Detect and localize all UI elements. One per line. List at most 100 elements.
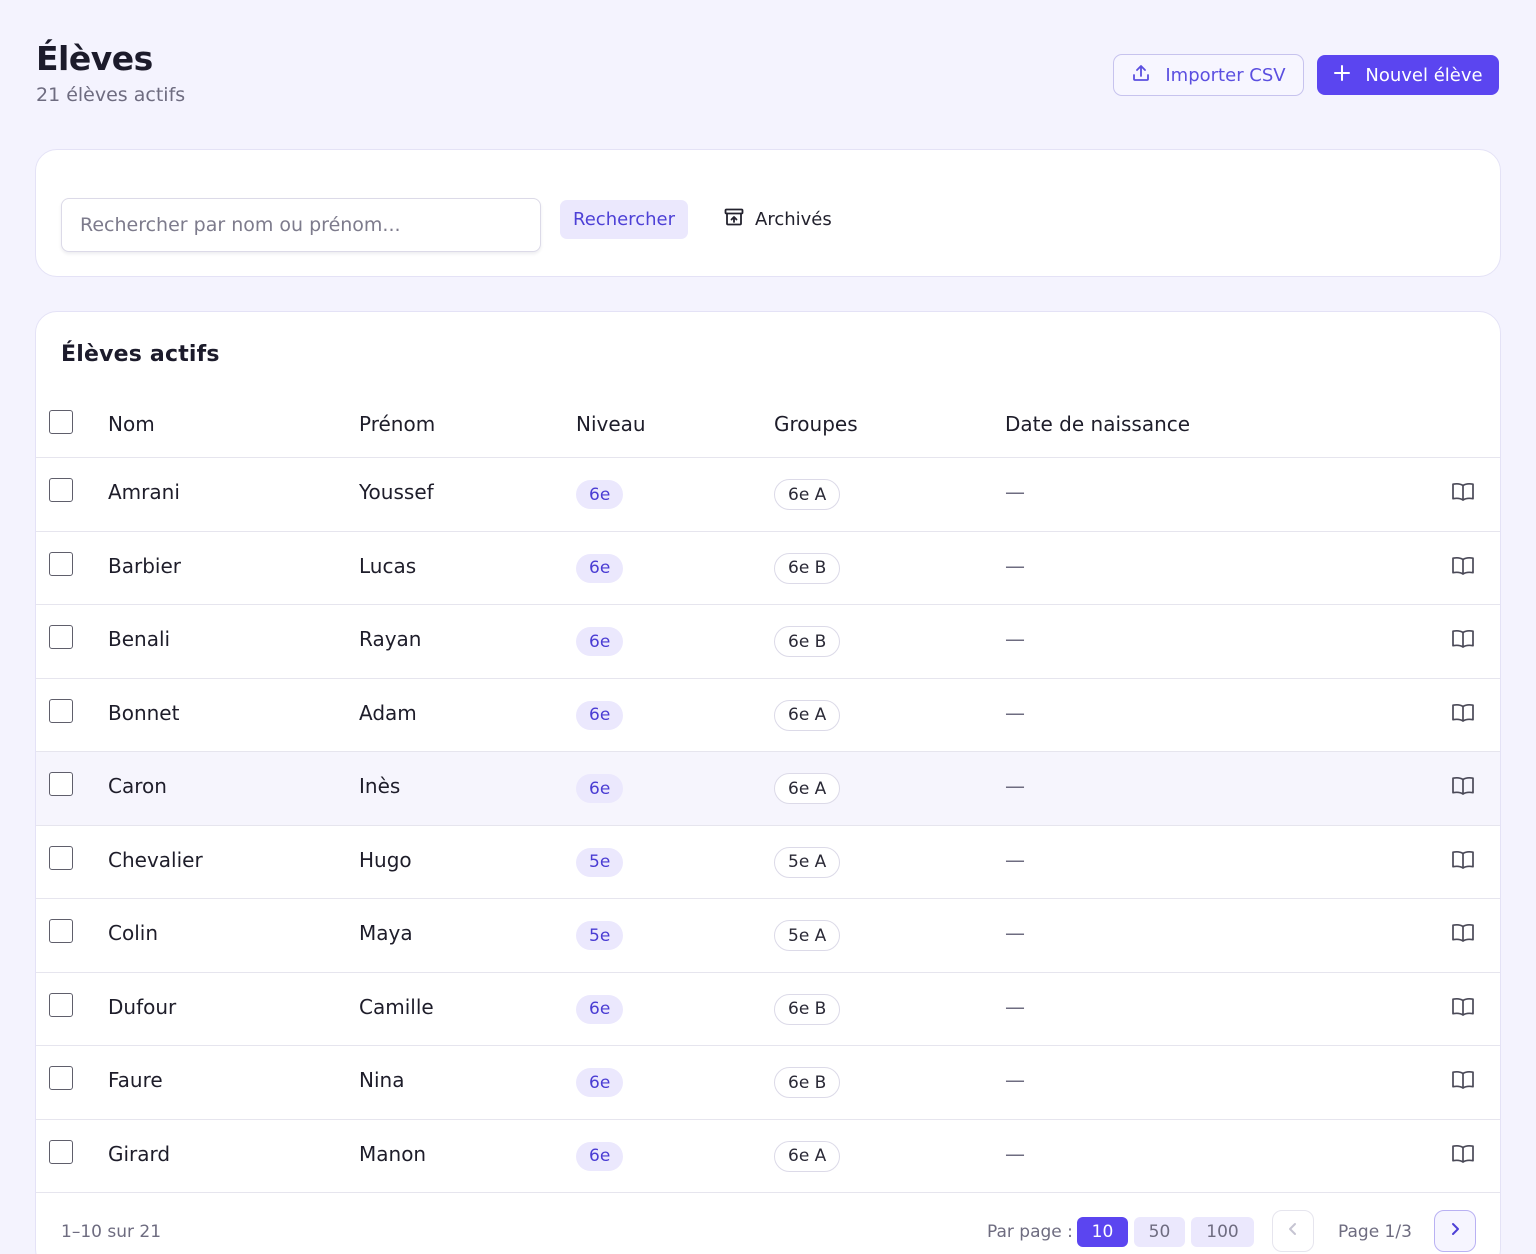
next-page-button[interactable] — [1434, 1210, 1476, 1252]
page-indicator: Page 1/3 — [1338, 1222, 1412, 1242]
search-button[interactable]: Rechercher — [560, 200, 688, 239]
previous-page-button[interactable] — [1272, 1210, 1314, 1252]
search-input[interactable] — [61, 198, 541, 252]
group-badge: 5e A — [774, 920, 841, 951]
new-student-button[interactable]: Nouvel élève — [1317, 55, 1499, 95]
row-checkbox[interactable] — [49, 772, 73, 796]
column-header-niveau[interactable]: Niveau — [576, 412, 646, 436]
select-all-checkbox[interactable] — [49, 410, 73, 434]
group-badge: 6e B — [774, 993, 841, 1025]
group-badge: 6e A — [774, 699, 841, 731]
row-checkbox[interactable] — [49, 845, 73, 870]
level-badge: 6e — [576, 700, 624, 730]
pagination-footer: 1–10 sur 21 Par page : 10 50 100 Page 1/… — [36, 1192, 1500, 1254]
group-badge: 6e A — [774, 773, 841, 804]
column-header-date-naissance[interactable]: Date de naissance — [1005, 412, 1190, 436]
book-open-icon[interactable] — [1450, 775, 1476, 801]
table-row[interactable]: Colin Maya 5e 5e A — — [36, 899, 1500, 973]
cell-nom: Bonnet — [108, 700, 180, 725]
column-header-nom[interactable]: Nom — [108, 412, 155, 436]
cell-nom: Barbier — [108, 553, 181, 578]
cell-prenom: Hugo — [359, 847, 412, 872]
cell-prenom: Lucas — [359, 553, 417, 578]
cell-nom: Colin — [108, 921, 158, 945]
group-badge: 6e B — [774, 1067, 841, 1098]
book-open-icon[interactable] — [1450, 481, 1476, 507]
page-title: Élèves — [36, 39, 153, 78]
row-checkbox[interactable] — [49, 698, 73, 723]
row-checkbox[interactable] — [49, 919, 73, 943]
archived-button[interactable]: Archivés — [723, 200, 832, 239]
group-badge: 6e A — [774, 1140, 841, 1172]
per-page-10-button[interactable]: 10 — [1077, 1217, 1128, 1247]
per-page-50-button[interactable]: 50 — [1134, 1217, 1185, 1247]
book-open-icon[interactable] — [1450, 922, 1476, 948]
table-row[interactable]: Benali Rayan 6e 6e B — — [36, 605, 1500, 679]
table-row[interactable]: Girard Manon 6e 6e A — — [36, 1120, 1500, 1193]
cell-date-naissance: — — [1005, 553, 1025, 578]
cell-date-naissance: — — [1005, 627, 1025, 651]
table-row[interactable]: Dufour Camille 6e 6e B — — [36, 973, 1500, 1046]
row-checkbox[interactable] — [49, 478, 73, 502]
column-header-prenom[interactable]: Prénom — [359, 412, 435, 436]
row-checkbox[interactable] — [49, 1139, 73, 1164]
cell-date-naissance: — — [1005, 994, 1025, 1019]
row-checkbox[interactable] — [49, 625, 73, 649]
book-open-icon[interactable] — [1450, 1143, 1476, 1169]
book-open-icon[interactable] — [1450, 702, 1476, 728]
level-badge: 6e — [576, 553, 624, 583]
students-table-card: Élèves actifs Nom Prénom Niveau Groupes … — [35, 311, 1501, 1254]
book-open-icon[interactable] — [1450, 555, 1476, 581]
book-open-icon[interactable] — [1450, 996, 1476, 1022]
per-page-label: Par page : — [987, 1222, 1073, 1242]
chevron-left-icon — [1285, 1221, 1301, 1241]
search-card: Rechercher Archivés — [35, 149, 1501, 277]
page-header: Élèves 21 élèves actifs — [36, 38, 185, 106]
book-open-icon[interactable] — [1450, 1069, 1476, 1095]
plus-icon — [1333, 64, 1351, 87]
cell-nom: Caron — [108, 774, 167, 798]
cell-prenom: Inès — [359, 774, 401, 798]
cell-date-naissance: — — [1005, 847, 1025, 872]
upload-icon — [1131, 63, 1151, 88]
group-badge: 5e A — [774, 846, 841, 878]
cell-prenom: Manon — [359, 1141, 427, 1166]
cell-nom: Faure — [108, 1068, 163, 1092]
level-badge: 6e — [576, 1068, 624, 1097]
table-row[interactable]: Amrani Youssef 6e 6e A — — [36, 458, 1500, 532]
level-badge: 6e — [576, 994, 624, 1024]
level-badge: 6e — [576, 480, 624, 509]
cell-prenom: Adam — [359, 700, 417, 725]
table-row[interactable]: Bonnet Adam 6e 6e A — — [36, 679, 1500, 752]
page-subtitle: 21 élèves actifs — [36, 84, 186, 106]
row-checkbox[interactable] — [49, 1066, 73, 1090]
group-badge: 6e B — [774, 626, 841, 657]
range-text: 1–10 sur 21 — [61, 1222, 162, 1242]
table-header: Nom Prénom Niveau Groupes Date de naissa… — [36, 392, 1500, 458]
cell-prenom: Maya — [359, 921, 413, 945]
level-badge: 6e — [576, 774, 624, 803]
column-header-groupes[interactable]: Groupes — [774, 412, 858, 436]
row-checkbox[interactable] — [49, 551, 73, 576]
per-page-100-button[interactable]: 100 — [1191, 1217, 1254, 1247]
table-row[interactable]: Chevalier Hugo 5e 5e A — — [36, 826, 1500, 899]
import-csv-button[interactable]: Importer CSV — [1113, 54, 1304, 96]
cell-prenom: Rayan — [359, 627, 422, 651]
level-badge: 6e — [576, 627, 624, 656]
cell-date-naissance: — — [1005, 774, 1025, 798]
table-row[interactable]: Barbier Lucas 6e 6e B — — [36, 532, 1500, 605]
cell-nom: Amrani — [108, 480, 180, 504]
import-csv-label: Importer CSV — [1165, 64, 1286, 86]
level-badge: 6e — [576, 1141, 624, 1171]
table-row[interactable]: Caron Inès 6e 6e A — — [36, 752, 1500, 826]
book-open-icon[interactable] — [1450, 849, 1476, 875]
table-row[interactable]: Faure Nina 6e 6e B — — [36, 1046, 1500, 1120]
cell-prenom: Nina — [359, 1068, 405, 1092]
book-open-icon[interactable] — [1450, 628, 1476, 654]
cell-date-naissance: — — [1005, 1141, 1025, 1166]
level-badge: 5e — [576, 847, 624, 877]
cell-nom: Benali — [108, 627, 171, 651]
cell-nom: Chevalier — [108, 847, 203, 872]
row-checkbox[interactable] — [49, 992, 73, 1017]
cell-nom: Dufour — [108, 994, 177, 1019]
